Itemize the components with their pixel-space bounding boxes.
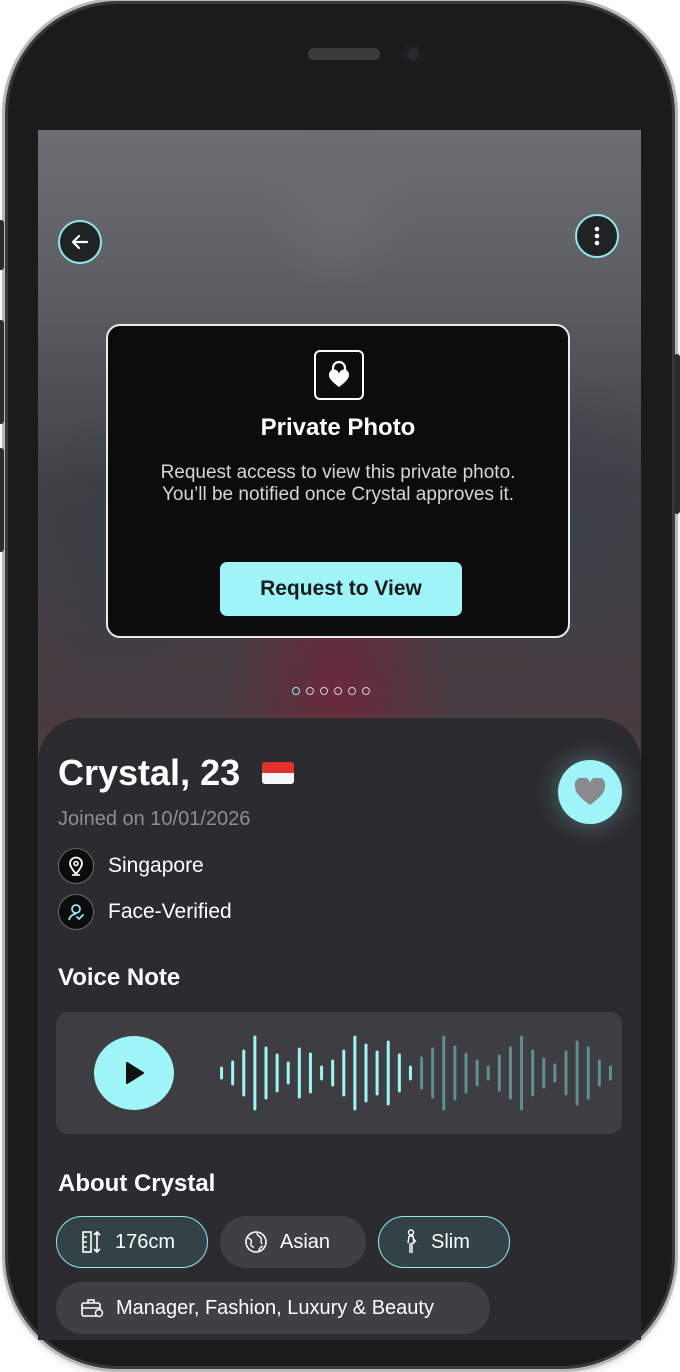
carousel-dot[interactable] xyxy=(292,687,300,695)
profile-name: Crystal, 23 xyxy=(58,752,241,793)
private-photo-modal: Private Photo Request access to view thi… xyxy=(106,324,570,638)
request-to-view-button[interactable]: Request to View xyxy=(220,562,462,616)
side-button xyxy=(0,448,4,552)
ethnicity-label: Asian xyxy=(280,1230,331,1253)
carousel-dot[interactable] xyxy=(362,687,370,695)
verification-text: Face-Verified xyxy=(108,900,232,923)
body-type-icon xyxy=(407,1229,417,1253)
side-button xyxy=(674,354,680,514)
carousel-dot[interactable] xyxy=(306,687,314,695)
location-text: Singapore xyxy=(108,854,204,877)
side-button xyxy=(0,320,4,424)
occupation-chip: Manager, Fashion, Luxury & Beauty xyxy=(56,1282,490,1334)
heart-icon xyxy=(574,778,606,805)
back-button[interactable] xyxy=(58,220,102,264)
voice-note-player xyxy=(56,1012,622,1134)
more-options-button[interactable] xyxy=(575,214,619,258)
screen: Private Photo Request access to view thi… xyxy=(38,130,641,1340)
earpiece-speaker xyxy=(308,48,380,60)
about-title: About Crystal xyxy=(58,1170,216,1197)
globe-icon xyxy=(245,1231,267,1253)
play-button[interactable] xyxy=(94,1036,174,1110)
briefcase-icon xyxy=(81,1299,104,1318)
body-type-label: Slim xyxy=(431,1230,470,1253)
singapore-flag-icon xyxy=(262,762,294,784)
carousel-dot[interactable] xyxy=(334,687,342,695)
modal-title: Private Photo xyxy=(260,414,416,441)
ethnicity-chip: Asian xyxy=(220,1216,366,1268)
height-icon xyxy=(82,1230,101,1254)
verification-row: Face-Verified xyxy=(58,894,232,930)
waveform[interactable] xyxy=(216,1032,616,1114)
modal-description: Request access to view this private phot… xyxy=(160,462,516,505)
location-row: Singapore xyxy=(58,848,204,884)
occupation-label: Manager, Fashion, Luxury & Beauty xyxy=(116,1296,434,1319)
carousel-dot[interactable] xyxy=(320,687,328,695)
body-type-chip: Slim xyxy=(378,1216,510,1268)
front-camera xyxy=(402,43,424,65)
joined-date: Joined on 10/01/2026 xyxy=(58,808,251,830)
more-vertical-icon xyxy=(594,226,600,246)
height-chip: 176cm xyxy=(56,1216,208,1268)
voice-note-title: Voice Note xyxy=(58,964,181,991)
carousel-dot[interactable] xyxy=(348,687,356,695)
height-label: 176cm xyxy=(115,1230,176,1253)
carousel-indicator xyxy=(292,687,370,695)
profile-sheet: Crystal, 23 Joined on 10/01/2026 Singapo… xyxy=(38,718,641,1340)
arrow-left-icon xyxy=(71,234,89,250)
side-button xyxy=(0,220,4,270)
lock-heart-icon xyxy=(314,350,364,400)
location-pin-icon xyxy=(58,848,94,884)
like-button[interactable] xyxy=(558,760,622,824)
face-verified-icon xyxy=(58,894,94,930)
play-icon xyxy=(126,1062,144,1084)
